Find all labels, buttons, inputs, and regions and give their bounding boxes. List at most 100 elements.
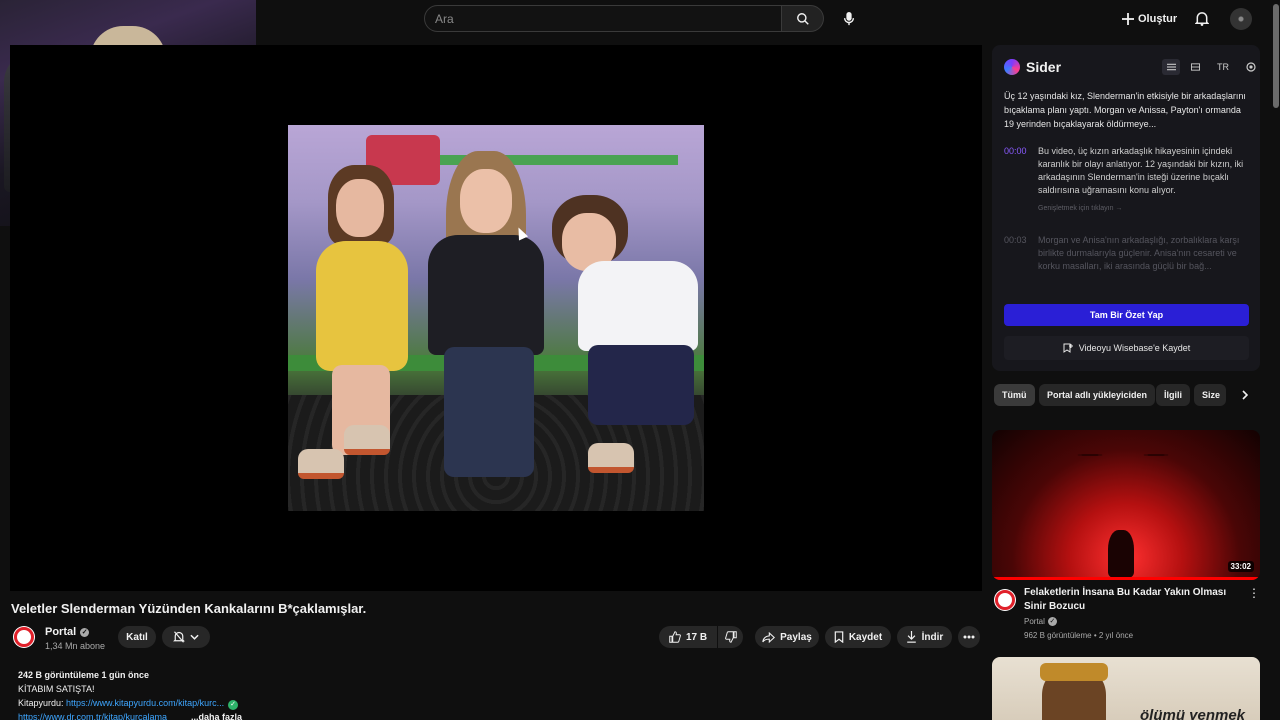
chip-related[interactable]: İlgili <box>1156 384 1190 406</box>
chevron-right-icon <box>1242 390 1248 400</box>
voice-search-button[interactable] <box>836 6 862 32</box>
mindmap-view-button[interactable] <box>1186 59 1204 75</box>
summary-item[interactable]: 00:03 Morgan ve Anisa'nın arkadaşlığı, z… <box>1004 234 1248 273</box>
sider-logo: Sider <box>1004 59 1061 75</box>
bookmark-icon <box>834 631 844 643</box>
recommendation-channel-row[interactable]: Portal ✓ <box>1024 617 1057 626</box>
verified-icon: ✓ <box>1047 617 1057 626</box>
download-button[interactable]: İndir <box>897 626 952 648</box>
download-icon <box>906 631 916 643</box>
mindmap-icon <box>1190 63 1200 71</box>
summary-item[interactable]: 00:00 Bu video, üç kızın arkadaşlık hika… <box>1004 145 1248 197</box>
recommendation-thumbnail[interactable]: ölümü yenmek <box>992 657 1260 720</box>
roller-skate <box>588 443 634 473</box>
like-count: 17 B <box>685 631 708 643</box>
girl-glasses-center <box>418 151 554 491</box>
recommendation-thumbnail[interactable]: 33:02 <box>992 430 1260 580</box>
save-to-wisebase-button[interactable]: Videoyu Wisebase'e Kaydet <box>1004 336 1249 360</box>
channel-name-row[interactable]: Portal ✓ <box>45 626 90 638</box>
view-stats: 242 B görüntüleme 1 gün önce <box>18 670 150 680</box>
language-label: TR <box>1217 62 1229 72</box>
video-duration: 33:02 <box>1227 561 1254 572</box>
like-button[interactable]: 17 B <box>659 626 717 648</box>
search-icon <box>796 12 809 25</box>
save-label: Kaydet <box>848 631 883 643</box>
recommendation-channel-avatar[interactable] <box>994 589 1016 611</box>
microphone-icon <box>843 12 855 26</box>
recommendation-channel[interactable]: Portal <box>1024 617 1045 626</box>
kitapyurdu-link[interactable]: https://www.kitapyurdu.com/kitap/kurc... <box>66 698 224 708</box>
thumbs-up-icon <box>669 631 681 643</box>
video-player[interactable] <box>10 45 982 591</box>
check-icon: ✓ <box>228 700 239 710</box>
show-more-button[interactable]: ...daha fazla <box>191 710 242 720</box>
settings-button[interactable] <box>1242 59 1260 75</box>
recommendation-title[interactable]: Felaketlerin İnsana Bu Kadar Yakın Olmas… <box>1024 586 1234 614</box>
summary-text: Morgan ve Anisa'nın arkadaşlığı, zorbalı… <box>1038 235 1240 271</box>
thumbnail-caption: ölümü yenmek <box>1140 707 1246 720</box>
sider-summary: Üç 12 yaşındaki kız, Slenderman'in etkis… <box>1004 91 1246 129</box>
thumbs-down-icon <box>724 631 737 643</box>
search-input[interactable]: Ara <box>424 5 782 32</box>
share-label: Paylaş <box>780 631 812 643</box>
summary-text: Bu video, üç kızın arkadaşlık hikayesini… <box>1038 146 1244 195</box>
sider-toolbar: TR <box>1162 59 1260 75</box>
subscription-notifications-button[interactable] <box>162 626 210 648</box>
save-wisebase-label: Videoyu Wisebase'e Kaydet <box>1078 343 1191 353</box>
download-label: İndir <box>921 631 944 643</box>
description-line: KİTABIM SATIŞTA! <box>18 684 95 694</box>
more-horizontal-icon <box>963 635 975 639</box>
channel-name[interactable]: Portal <box>45 626 76 638</box>
video-description[interactable]: 242 B görüntüleme 1 gün önce KİTABIM SAT… <box>18 668 242 720</box>
description-label: Kitapyurdu: <box>18 698 67 708</box>
girl-yellow-dress <box>306 165 416 465</box>
recommendation-menu-button[interactable]: ⋮ <box>1248 586 1260 602</box>
create-button[interactable]: Oluştur <box>1122 8 1177 30</box>
more-actions-button[interactable] <box>958 626 980 648</box>
chip-from-uploader[interactable]: Portal adlı yükleyiciden <box>1039 384 1156 406</box>
top-bar: Ara Oluştur <box>256 0 1280 38</box>
bell-off-icon <box>173 631 185 643</box>
video-title: Veletler Slenderman Yüzünden Kankalarını… <box>11 601 367 616</box>
silhouette-figure <box>1108 530 1134 578</box>
chip-all[interactable]: Tümü <box>994 384 1035 406</box>
dislike-button[interactable] <box>718 626 743 648</box>
recommendation-meta: 962 B görüntüleme • 2 yıl önce <box>1024 631 1134 640</box>
language-button[interactable]: TR <box>1210 59 1236 75</box>
bookmark-plus-icon <box>1063 343 1073 353</box>
sider-logo-icon <box>1004 59 1020 75</box>
expand-hint[interactable]: Genişletmek için tıklayın → <box>1038 205 1122 212</box>
join-button[interactable]: Katıl <box>118 626 156 648</box>
girl-white-shirt <box>538 195 704 475</box>
account-avatar[interactable] <box>1230 8 1252 30</box>
roller-skate <box>298 449 344 479</box>
notifications-button[interactable] <box>1192 8 1212 28</box>
bell-icon <box>1195 11 1209 26</box>
scrollbar-thumb[interactable] <box>1273 4 1279 108</box>
roller-skate <box>344 425 390 455</box>
search-button[interactable] <box>782 5 824 32</box>
create-label: Oluştur <box>1138 13 1178 25</box>
chevron-down-icon <box>190 634 199 640</box>
share-icon <box>762 631 776 643</box>
subscriber-count: 1,34 Mn abone <box>45 641 106 651</box>
timestamp[interactable]: 00:03 <box>1004 234 1028 273</box>
page-scrollbar[interactable] <box>1272 0 1280 720</box>
join-label: Katıl <box>126 631 148 643</box>
save-button[interactable]: Kaydet <box>825 626 891 648</box>
watch-progress <box>992 577 1260 580</box>
plus-icon <box>1122 13 1134 25</box>
channel-avatar[interactable] <box>13 626 35 648</box>
dr-link[interactable]: https://www.dr.com.tr/kitap/kurcalama <box>18 712 167 720</box>
full-summary-button[interactable]: Tam Bir Özet Yap <box>1004 304 1249 326</box>
list-view-button[interactable] <box>1162 59 1180 75</box>
chip-for-you[interactable]: Size <box>1194 384 1226 406</box>
verified-icon: ✓ <box>80 627 90 637</box>
chips-next-button[interactable] <box>1235 384 1255 406</box>
sider-brand: Sider <box>1026 59 1062 75</box>
sider-panel: Sider TR Üç 12 yaşındaki kız, Slenderman… <box>992 45 1260 371</box>
timestamp[interactable]: 00:00 <box>1004 145 1028 197</box>
share-button[interactable]: Paylaş <box>755 626 819 648</box>
list-icon <box>1166 63 1176 71</box>
settings-icon <box>1246 62 1256 72</box>
